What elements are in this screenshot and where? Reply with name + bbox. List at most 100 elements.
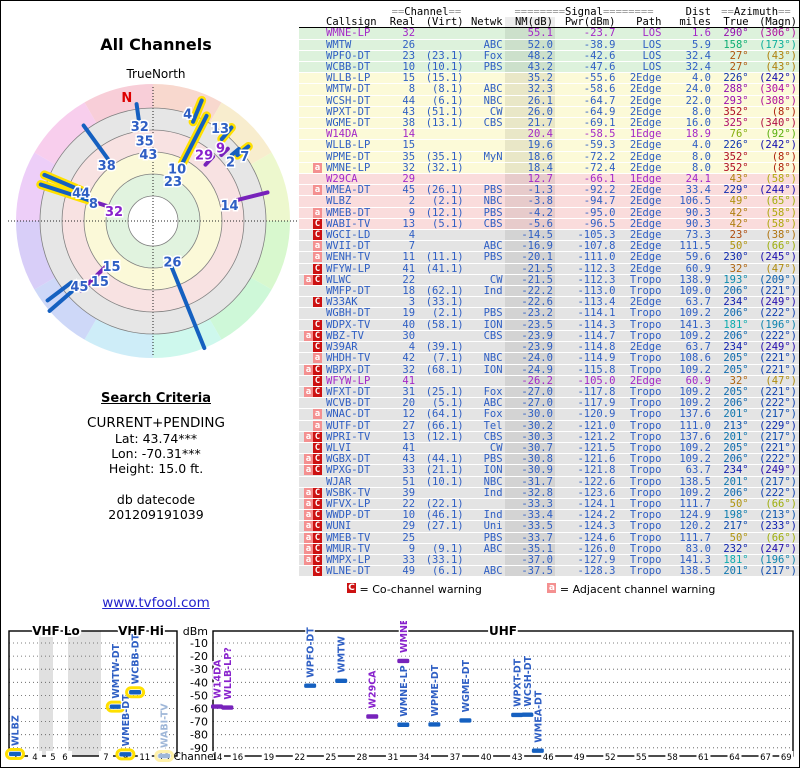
network: CBS [483,430,503,443]
table-row: WMNE-LP 32 55.1 -23.7 LOS 1.6 290° (306°) [299,27,799,40]
callsign: WFYW-LP [326,374,371,387]
path: 2Edge [629,83,662,96]
real-channel: 31 [402,385,416,398]
network: Fox [483,385,503,398]
callsign: WBPX-DT [326,363,371,376]
signal-marker [511,712,524,718]
true-azimuth: 181° [723,318,749,331]
virtual-channel: (12.1) [425,430,464,443]
path: Tropo [629,397,662,410]
marker-callsign-label: W14DA [213,659,224,699]
magnetic-azimuth: (221°) [759,385,797,398]
magnetic-azimuth: (221°) [759,285,797,298]
noise-margin: -24.9 [505,364,555,375]
noise-margin: 21.7 [505,118,555,129]
noise-margin: 26.1 [505,95,555,106]
path: 2Edge [629,229,662,242]
real-channel: 41 [402,441,416,454]
power: -124.2 [577,509,616,522]
distance: 22.0 [685,94,711,107]
table-row: WPFO-DT 23 (23.1) Fox 48.2 -42.6 LOS 32.4 27° (43… [299,50,799,62]
magnetic-azimuth: (47°) [765,374,797,387]
warn-flags: a [299,353,324,364]
callsign: WGME-DT [326,117,371,130]
network: ION [483,363,503,376]
path: 2Edge [629,262,662,275]
table-row: a WHDH-TV 42 (7.1) NBC -24.0 -114.9 Tropo 108.6 2… [299,352,799,364]
magnetic-azimuth: (233°) [759,520,797,533]
true-azimuth: 205° [723,363,749,376]
adjacent-channel-warning-icon: a [304,554,314,565]
noise-margin: 43.2 [505,62,555,73]
virtual-channel: (5.1) [432,217,464,230]
power: -72.4 [583,161,616,174]
magnetic-azimuth: (209°) [759,273,797,286]
true-azimuth: 288° [723,83,749,96]
marker-callsign-label: WPME-DT [430,664,441,716]
callsign: WUTF-DT [326,419,371,432]
channel-tick-label: 34 [419,753,430,763]
distance: 83.0 [685,542,711,555]
warn-flags: a [299,420,324,431]
power: -105.0 [577,374,616,387]
network: NBC [483,475,503,488]
warn-flags [299,308,324,319]
co-channel-warning-icon: C [313,319,323,330]
signal-marker [335,678,348,684]
network: CW [489,273,503,286]
distance: 60.9 [685,262,711,275]
co-channel-warning-icon: C [313,521,323,532]
magnetic-azimuth: (217°) [759,565,797,578]
magnetic-azimuth: (92°) [765,128,797,141]
tvfool-link[interactable]: www.tvfool.com [102,595,210,611]
real-channel: 15 [402,139,416,152]
table-row: a WUTF-DT 27 (66.1) Tel -30.2 -121.0 Tropo 111.0… [299,419,799,432]
true-azimuth: 206° [723,453,749,466]
true-azimuth: 217° [723,520,749,533]
callsign: WLWC [326,273,352,286]
warn-flags: aC [299,454,324,465]
distance: 111.5 [679,240,711,253]
magnetic-azimuth: (249°) [759,341,797,354]
signal-marker [119,752,132,757]
marker-callsign-label: WMNE-LP [399,621,410,653]
path: Tropo [629,385,662,398]
power: -128.3 [577,565,616,578]
marker-callsign-label: WPXT-DT [513,658,524,707]
true-azimuth: 42° [729,206,749,219]
real-channel: 25 [402,531,416,544]
power: -127.9 [577,553,616,566]
network: Ind [483,486,503,499]
virtual-channel: (11.1) [425,251,464,264]
virtual-channel [417,28,466,39]
virtual-channel: (6.1) [432,565,464,578]
network: CBS [483,217,503,230]
channel-tick-label: 55 [636,753,647,763]
spoke-channel-label: 2 [226,156,235,171]
power: -124.3 [577,520,616,533]
warn-flags [299,476,324,487]
marker-callsign-label: WLBZ [11,715,22,746]
adjacent-channel-warning-icon: a [313,420,323,431]
true-azimuth: 201° [723,408,749,421]
noise-margin: -23.9 [505,330,555,342]
power: -114.7 [577,329,616,342]
distance: 16.0 [685,117,711,130]
network: NBC [483,94,503,107]
true-azimuth: 230° [723,251,749,264]
callsign: WUNI [326,520,352,533]
callsign: WPXT-DT [326,105,371,118]
distance: 138.5 [679,475,711,488]
spoke-channel-label: 14 [221,199,239,214]
real-channel: 2 [408,195,416,208]
distance: 4.0 [691,72,711,85]
network: Fox [483,408,503,421]
real-channel: 15 [402,72,416,85]
noise-margin: -23.2 [505,308,555,319]
noise-margin: -21.5 [505,274,555,286]
distance: 111.7 [679,531,711,544]
co-channel-warning-icon: C [313,543,323,554]
true-azimuth: 32° [729,374,749,387]
table-row: WPXT-DT 43 (51.1) CW 26.0 -64.9 2Edge 8.0 352° (8… [299,105,799,118]
virtual-channel: (22.1) [425,497,464,510]
